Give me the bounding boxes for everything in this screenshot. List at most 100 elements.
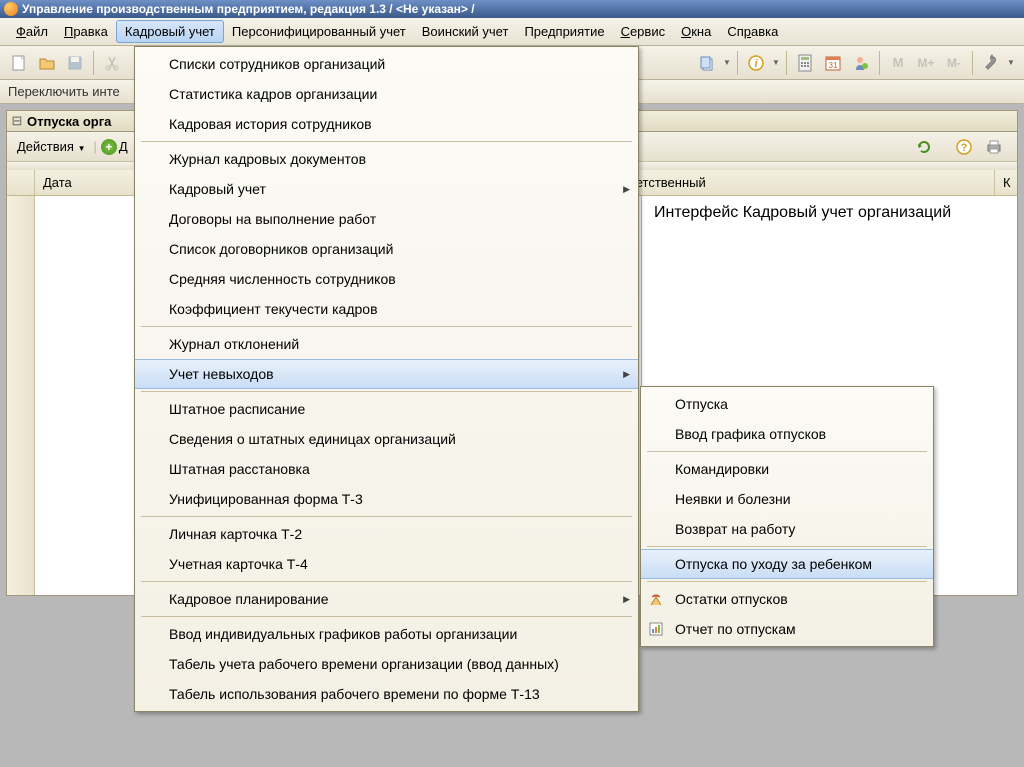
collapse-icon[interactable]: ⊟: [7, 113, 27, 129]
dropdown-arrow-icon[interactable]: ▼: [771, 58, 781, 67]
open-folder-icon[interactable]: [34, 50, 60, 76]
table-header-marker[interactable]: [7, 170, 35, 195]
hr-menu-item-label: Кадровый учет: [169, 181, 266, 197]
hr-menu-item[interactable]: Список договорников организаций: [135, 234, 638, 264]
plus-icon: +: [101, 139, 117, 155]
absences-submenu-item[interactable]: Остатки отпусков: [641, 584, 933, 614]
hr-menu-item[interactable]: Кадровая история сотрудников: [135, 109, 638, 139]
hr-menu-item[interactable]: Штатное расписание: [135, 394, 638, 424]
hr-menu-item-label: Журнал кадровых документов: [169, 151, 366, 167]
hr-menu-item[interactable]: Кадровый учет: [135, 174, 638, 204]
hr-menu-item[interactable]: Личная карточка Т-2: [135, 519, 638, 549]
hr-menu-separator: [141, 326, 632, 327]
menu-windows[interactable]: Окна: [673, 21, 719, 42]
wrench-icon[interactable]: [978, 50, 1004, 76]
new-doc-icon[interactable]: [6, 50, 32, 76]
calendar-icon[interactable]: 31: [820, 50, 846, 76]
refresh-icon[interactable]: [911, 134, 937, 160]
m-icon[interactable]: M: [885, 50, 911, 76]
absences-submenu-item[interactable]: Отпуска по уходу за ребенком: [641, 549, 933, 579]
absences-submenu-item[interactable]: Командировки: [641, 454, 933, 484]
absences-submenu-item-label: Отчет по отпускам: [675, 621, 796, 637]
hr-menu-item[interactable]: Журнал кадровых документов: [135, 144, 638, 174]
hr-menu-item[interactable]: Средняя численность сотрудников: [135, 264, 638, 294]
hr-menu-item-label: Кадровое планирование: [169, 591, 329, 607]
hr-menu-item[interactable]: Списки сотрудников организаций: [135, 49, 638, 79]
menu-company[interactable]: Предприятие: [516, 21, 612, 42]
save-icon[interactable]: [62, 50, 88, 76]
absences-submenu-item[interactable]: Отчет по отпускам: [641, 614, 933, 644]
menu-file[interactable]: Файл: [8, 21, 56, 42]
absences-submenu-item[interactable]: Возврат на работу: [641, 514, 933, 544]
hr-menu-item-label: Штатное расписание: [169, 401, 305, 417]
menu-edit[interactable]: Правка: [56, 21, 116, 42]
cut-icon[interactable]: [99, 50, 125, 76]
hr-menu-item-label: Списки сотрудников организаций: [169, 56, 385, 72]
menu-military[interactable]: Воинский учет: [414, 21, 517, 42]
switch-label[interactable]: Переключить инте: [8, 84, 120, 99]
hr-menu-item[interactable]: Статистика кадров организации: [135, 79, 638, 109]
hr-menu-separator: [141, 391, 632, 392]
calculator-icon[interactable]: [792, 50, 818, 76]
hr-menu-separator: [141, 516, 632, 517]
info-icon[interactable]: i: [743, 50, 769, 76]
absences-submenu-item-label: Неявки и болезни: [675, 491, 791, 507]
copy-docs-icon[interactable]: [694, 50, 720, 76]
print-icon[interactable]: [981, 134, 1007, 160]
absences-submenu-separator: [647, 581, 927, 582]
menu-help[interactable]: Справка: [719, 21, 786, 42]
absences-submenu-item-label: Отпуска по уходу за ребенком: [675, 556, 872, 572]
absences-submenu-item-label: Остатки отпусков: [675, 591, 788, 607]
absences-submenu-separator: [647, 546, 927, 547]
vacation-balance-icon: [647, 590, 665, 608]
document-title: Отпуска орга: [27, 114, 111, 129]
absences-submenu-item[interactable]: Ввод графика отпусков: [641, 419, 933, 449]
hr-menu-item-label: Договоры на выполнение работ: [169, 211, 376, 227]
dropdown-arrow-icon[interactable]: ▼: [1006, 58, 1016, 67]
hr-menu-item-label: Учет невыходов: [169, 366, 274, 382]
hr-menu-item[interactable]: Сведения о штатных единицах организаций: [135, 424, 638, 454]
hr-menu-item-label: Унифицированная форма Т-3: [169, 491, 363, 507]
hr-dropdown-menu: Списки сотрудников организаций Статистика…: [134, 46, 639, 712]
hr-menu-item[interactable]: Табель использования рабочего времени по…: [135, 679, 638, 709]
hr-menu-item-label: Статистика кадров организации: [169, 86, 377, 102]
hr-menu-item[interactable]: Табель учета рабочего времени организаци…: [135, 649, 638, 679]
add-button[interactable]: + Д: [101, 139, 128, 155]
svg-text:?: ?: [961, 142, 968, 154]
absences-submenu-item[interactable]: Отпуска: [641, 389, 933, 419]
hr-menu-item[interactable]: Кадровое планирование: [135, 584, 638, 614]
table-header-responsible[interactable]: тветственный: [615, 170, 995, 195]
hr-menu-item[interactable]: Учет невыходов: [135, 359, 638, 389]
user-icon[interactable]: [848, 50, 874, 76]
menu-hr[interactable]: Кадровый учет: [116, 20, 224, 43]
hr-menu-item-label: Ввод индивидуальных графиков работы орга…: [169, 626, 517, 642]
menu-personified[interactable]: Персонифицированный учет: [224, 21, 414, 42]
hr-menu-separator: [141, 616, 632, 617]
m-plus-icon[interactable]: M+: [913, 50, 939, 76]
table-header-last[interactable]: К: [995, 170, 1017, 195]
hr-menu-separator: [141, 141, 632, 142]
hr-menu-item[interactable]: Коэффициент текучести кадров: [135, 294, 638, 324]
hr-menu-item[interactable]: Журнал отклонений: [135, 329, 638, 359]
actions-button[interactable]: Действия ▼: [13, 137, 90, 156]
hr-menu-item[interactable]: Учетная карточка Т-4: [135, 549, 638, 579]
dropdown-arrow-icon[interactable]: ▼: [722, 58, 732, 67]
absences-submenu-item[interactable]: Неявки и болезни: [641, 484, 933, 514]
hr-menu-item-label: Учетная карточка Т-4: [169, 556, 308, 572]
table-header-date[interactable]: Дата: [35, 170, 143, 195]
hr-menu-item[interactable]: Унифицированная форма Т-3: [135, 484, 638, 514]
hr-menu-item[interactable]: Договоры на выполнение работ: [135, 204, 638, 234]
menu-service[interactable]: Сервис: [613, 21, 674, 42]
svg-text:31: 31: [829, 61, 838, 70]
hr-menu-item-label: Сведения о штатных единицах организаций: [169, 431, 456, 447]
m-minus-icon[interactable]: M-: [941, 50, 967, 76]
hr-menu-item[interactable]: Ввод индивидуальных графиков работы орга…: [135, 619, 638, 649]
hr-menu-item-label: Кадровая история сотрудников: [169, 116, 372, 132]
hr-menu-item-label: Табель использования рабочего времени по…: [169, 686, 540, 702]
window-title-bar: Управление производственным предприятием…: [0, 0, 1024, 18]
hr-menu-item[interactable]: Штатная расстановка: [135, 454, 638, 484]
help-icon[interactable]: ?: [951, 134, 977, 160]
hr-menu-item-label: Личная карточка Т-2: [169, 526, 302, 542]
absences-submenu: ОтпускаВвод графика отпусков Командировки…: [640, 386, 934, 647]
app-icon: [4, 2, 18, 16]
